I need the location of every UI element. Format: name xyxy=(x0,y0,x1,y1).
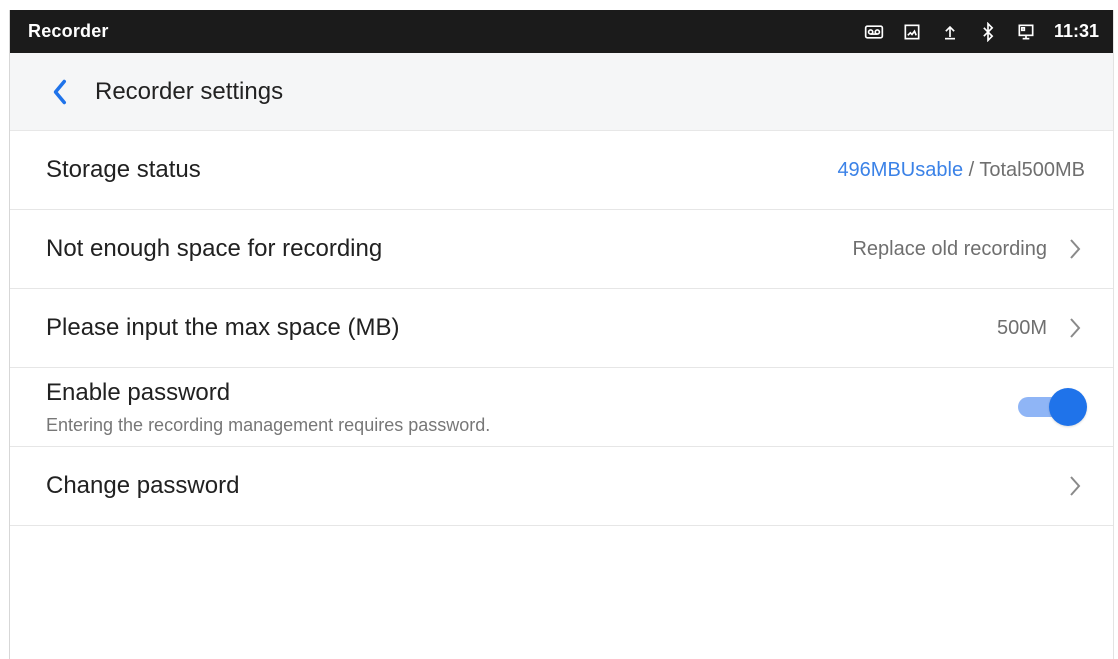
change-password-right xyxy=(1065,474,1085,498)
space-policy-row[interactable]: Not enough space for recording Replace o… xyxy=(10,210,1113,289)
enable-password-description: Entering the recording management requir… xyxy=(46,414,491,435)
voicemail-icon xyxy=(864,22,884,42)
enable-password-label: Enable password xyxy=(46,378,231,406)
storage-status-value: 496MBUsable / Total500MB xyxy=(837,159,1085,182)
chevron-left-icon xyxy=(53,79,66,104)
back-button[interactable] xyxy=(44,77,74,107)
page-title: Recorder settings xyxy=(95,77,284,105)
storage-status-row: Storage status 496MBUsable / Total500MB xyxy=(10,131,1113,210)
status-bar: Recorder 11:31 xyxy=(10,10,1113,53)
space-policy-main: Not enough space for recording xyxy=(46,235,382,263)
storage-status-main: Storage status xyxy=(46,156,201,184)
change-password-main: Change password xyxy=(46,472,239,500)
toggle-thumb xyxy=(1049,388,1087,426)
storage-total: Total500MB xyxy=(979,158,1085,181)
settings-list: Storage status 496MBUsable / Total500MB … xyxy=(10,131,1113,526)
bluetooth-icon xyxy=(978,21,998,42)
max-space-main: Please input the max space (MB) xyxy=(46,314,400,342)
enable-password-toggle[interactable] xyxy=(1018,388,1087,426)
title-bar: Recorder settings xyxy=(10,53,1113,131)
upload-icon xyxy=(940,22,960,42)
enable-password-row[interactable]: Enable password Entering the recording m… xyxy=(10,368,1113,447)
storage-usable: 496MBUsable xyxy=(837,158,964,181)
max-space-label: Please input the max space (MB) xyxy=(46,314,400,341)
status-icons: 11:31 xyxy=(864,21,1099,42)
max-space-row[interactable]: Please input the max space (MB) 500M xyxy=(10,289,1113,368)
change-password-row[interactable]: Change password xyxy=(10,447,1113,526)
max-space-value: 500M xyxy=(996,316,1047,339)
space-policy-label: Not enough space for recording xyxy=(46,235,383,262)
chevron-right-icon xyxy=(1065,316,1085,340)
enable-password-main: Enable password Entering the recording m… xyxy=(46,379,490,436)
image-icon xyxy=(902,22,922,42)
change-password-label: Change password xyxy=(46,472,240,499)
chevron-right-icon xyxy=(1065,474,1085,498)
max-space-right: 500M xyxy=(997,316,1085,340)
status-app-name: Recorder xyxy=(28,21,109,41)
status-time: 11:31 xyxy=(1053,21,1099,41)
recorder-settings-screen: Recorder 11:31 Recorder settings Storage… xyxy=(9,10,1114,659)
storage-status-label: Storage status xyxy=(46,156,201,183)
chevron-right-icon xyxy=(1065,237,1085,261)
storage-separator: / xyxy=(963,158,980,181)
space-policy-right: Replace old recording xyxy=(852,237,1085,261)
screen-icon xyxy=(1016,22,1036,42)
space-policy-value: Replace old recording xyxy=(852,237,1047,260)
